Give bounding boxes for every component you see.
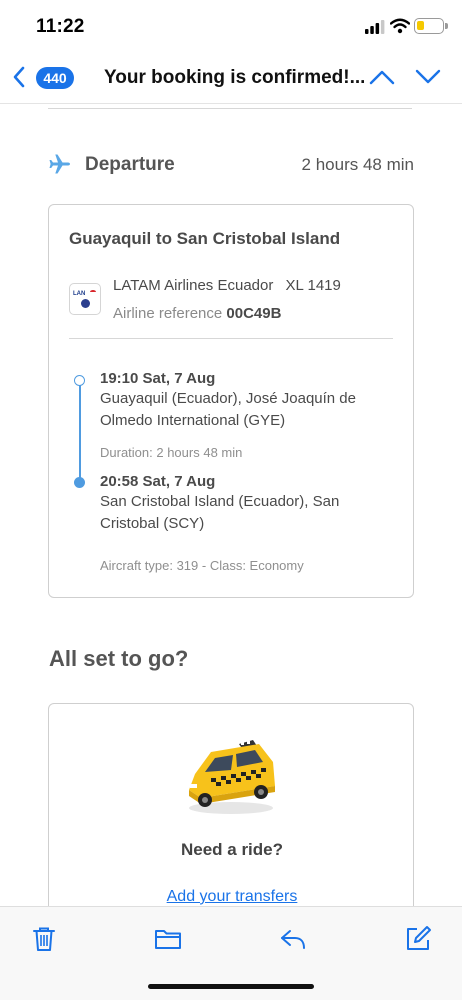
airline-logo-text: LAN [73,291,86,297]
airline-logo: LAN [69,283,101,315]
airline-reference-value: 00C49B [226,305,282,322]
email-subject-title: Your booking is confirmed!... [104,67,364,88]
need-ride-title: Need a ride? [180,840,284,859]
airline-name-row: LATAM Airlines Ecuador XL 1419 [113,277,341,294]
airplane-icon [49,154,70,174]
airline-logo-swoosh [90,290,96,294]
add-transfers-link[interactable]: Add your transfers [49,888,415,906]
battery-icon [414,18,448,34]
departure-duration: 2 hours 48 min [301,155,414,174]
departure-point-icon [74,375,85,386]
all-set-title: All set to go? [49,646,189,671]
status-bar: 11:22 [0,0,462,50]
arrival-time: 20:58 Sat, 7 Aug [100,473,216,490]
card-divider [69,338,393,339]
screen: 11:22 440 Your booking is confirmed!... [0,0,462,1000]
route-title: Guayaquil to San Cristobal Island [69,229,341,248]
departure-time: 19:10 Sat, 7 Aug [100,370,216,387]
chevron-up-icon[interactable] [369,69,395,85]
taxi-icon [189,740,275,814]
aircraft-info: Aircraft type: 319 - Class: Economy [100,558,304,573]
mail-nav-bar: 440 Your booking is confirmed!... [0,50,462,104]
airline-logo-globe [81,299,90,308]
departure-place: Guayaquil (Ecuador), José Joaquín de Olm… [100,390,356,429]
flight-details-card: Guayaquil to San Cristobal Island LAN LA… [48,204,414,598]
compose-icon[interactable] [404,925,432,953]
airline-reference-label: Airline reference [113,305,223,322]
status-time: 11:22 [36,16,85,37]
home-indicator[interactable] [148,984,314,989]
departure-header: Departure 2 hours 48 min [48,150,414,180]
cellular-signal-icon [365,20,385,34]
chevron-left-icon[interactable] [12,66,26,88]
trash-icon[interactable] [30,925,58,953]
wifi-icon [390,18,410,34]
battery-level [417,21,424,30]
arrival-point-icon [74,477,85,488]
chevron-down-icon[interactable] [415,69,441,85]
folder-icon[interactable] [154,925,182,953]
airline-reference-row: Airline reference 00C49B [113,305,281,322]
flight-number: XL 1419 [285,277,341,294]
timeline-line [79,383,81,485]
unread-count-badge[interactable]: 440 [36,67,74,89]
flight-duration: Duration: 2 hours 48 min [100,445,243,460]
departure-label: Departure [85,154,175,175]
section-divider [48,108,412,109]
arrival-place: San Cristobal Island (Ecuador), San Cris… [100,493,340,532]
airline-name: LATAM Airlines Ecuador [113,277,274,294]
reply-icon[interactable] [279,925,307,953]
